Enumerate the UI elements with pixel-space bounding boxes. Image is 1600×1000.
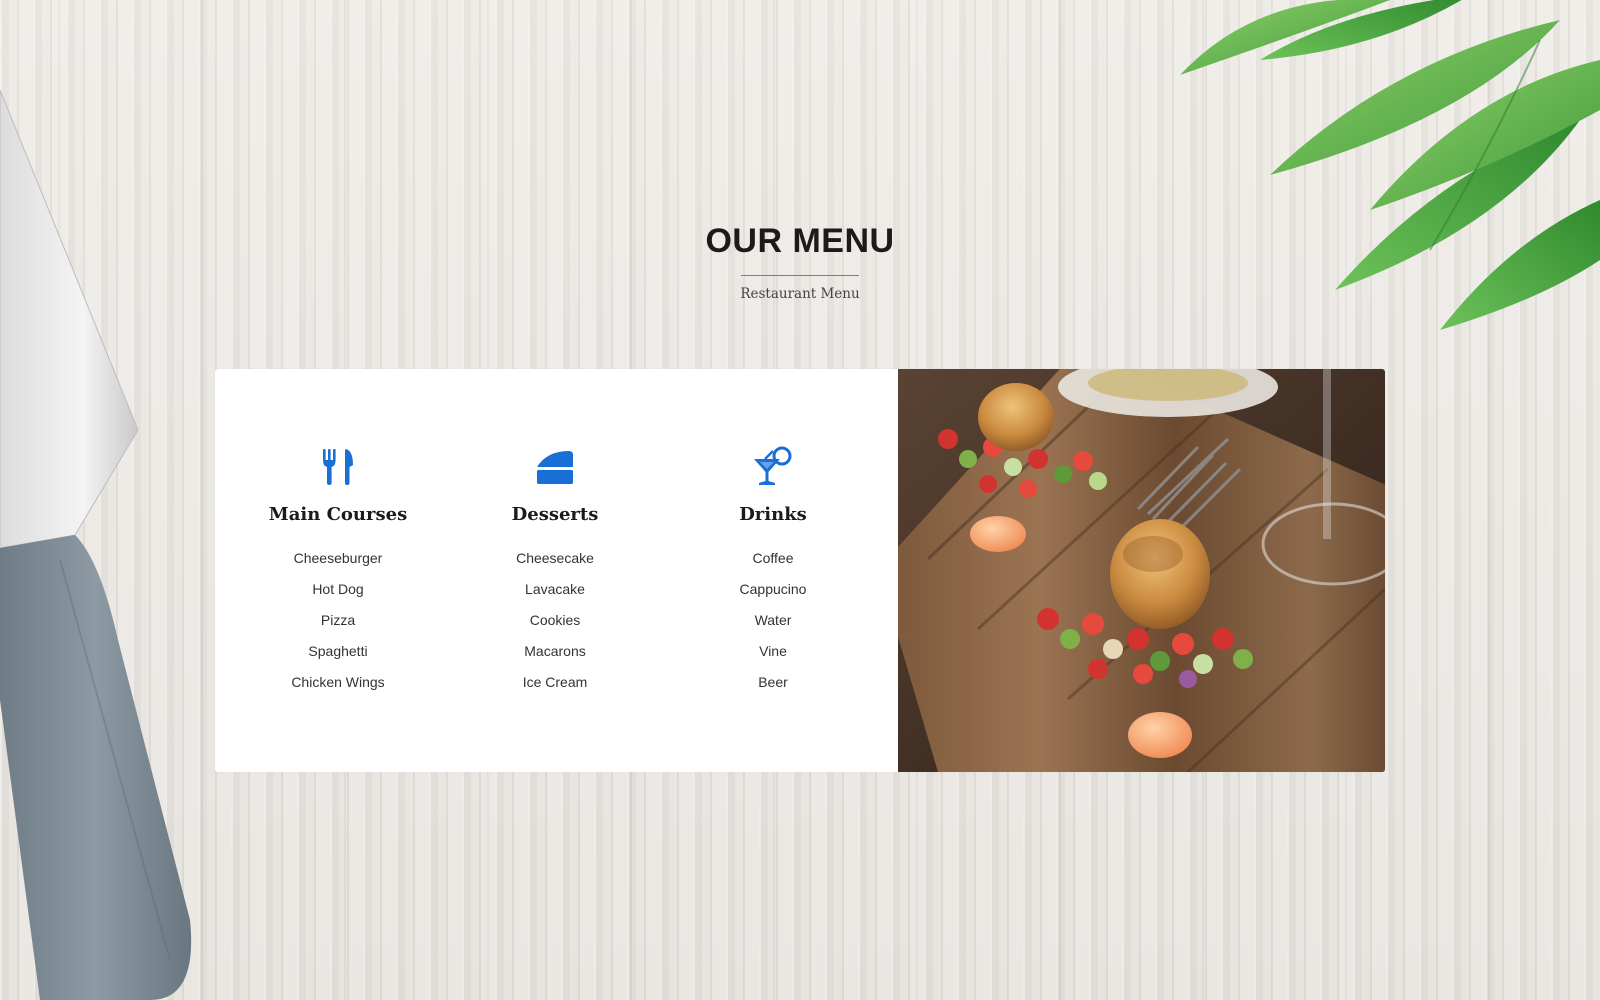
menu-item: Vine [759,643,787,659]
menu-item: Cheesecake [516,550,594,566]
title-divider [741,275,859,276]
category-items: Coffee Cappucino Water Vine Beer [673,543,873,698]
menu-item: Spaghetti [308,643,368,659]
menu-item: Coffee [752,550,794,566]
menu-heading: OUR MENU Restaurant Menu [0,222,1600,302]
menu-card: Main Courses Cheeseburger Hot Dog Pizza … [215,369,1385,772]
menu-item: Chicken Wings [291,674,385,690]
page-title: OUR MENU [705,222,895,260]
menu-item: Cheeseburger [293,550,383,566]
menu-columns: Main Courses Cheeseburger Hot Dog Pizza … [215,369,898,772]
menu-item: Hot Dog [312,581,364,597]
category-title: Desserts [511,504,599,525]
utensils-icon [323,449,353,485]
menu-item: Water [754,612,792,628]
category-title: Main Courses [268,504,408,525]
cocktail-icon [754,446,792,485]
cake-slice-icon [537,451,573,484]
menu-item: Cappucino [739,581,807,597]
category-items: Cheeseburger Hot Dog Pizza Spaghetti Chi… [238,543,438,698]
page-subtitle: Restaurant Menu [740,286,860,302]
menu-category-desserts: Desserts Cheesecake Lavacake Cookies Mac… [455,445,655,698]
menu-item: Beer [758,674,788,690]
category-items: Cheesecake Lavacake Cookies Macarons Ice… [455,543,655,698]
menu-category-main-courses: Main Courses Cheeseburger Hot Dog Pizza … [238,445,438,698]
knife-decoration [0,89,192,1000]
menu-category-drinks: Drinks Coffee Cappucino Water Vine Beer [673,445,873,698]
menu-item: Ice Cream [522,674,588,690]
menu-item: Pizza [320,612,356,628]
food-photo [898,369,1385,772]
menu-item: Macarons [524,643,586,659]
category-title: Drinks [739,504,807,525]
menu-item: Cookies [529,612,581,628]
menu-item: Lavacake [525,581,585,597]
